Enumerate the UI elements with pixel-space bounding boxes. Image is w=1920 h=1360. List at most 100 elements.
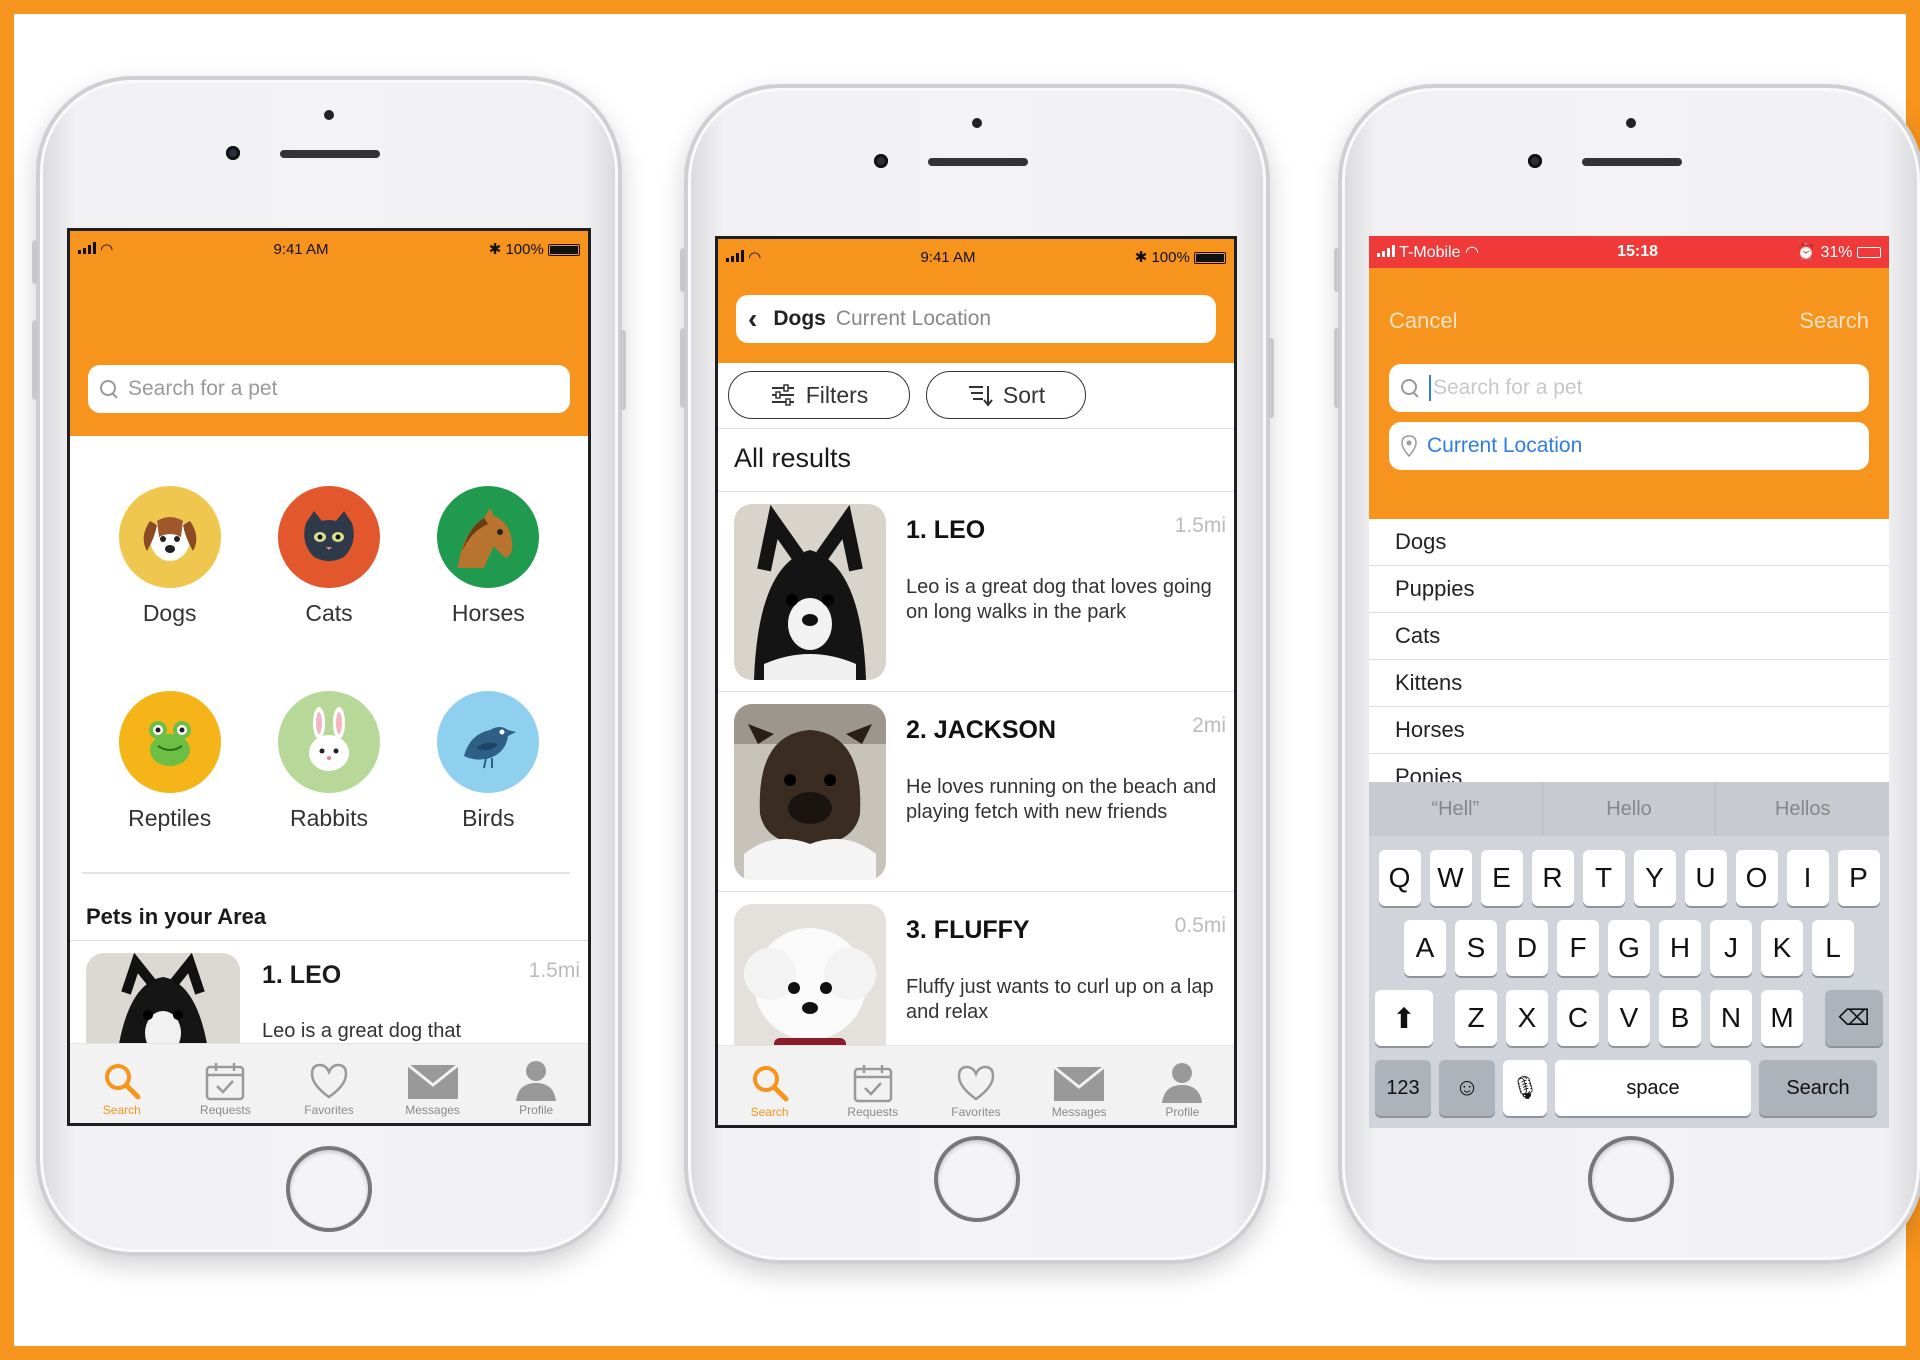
sort-button[interactable]: Sort [926,371,1086,419]
frog-icon [118,691,221,793]
filters-button[interactable]: Filters [728,371,910,419]
results-header: ◠ 9:41 AM ✱ 100% ‹ Dogs Current Location [718,239,1234,363]
earpiece [1582,158,1682,166]
tab-messages[interactable]: Messages [1034,1063,1124,1119]
filter-bar: Filters Sort [718,363,1234,429]
key[interactable]: X [1506,990,1548,1046]
result-item[interactable]: 1. LEO Leo is a great dog that loves goi… [718,492,1234,692]
query-bar[interactable]: ‹ Dogs Current Location [736,295,1216,343]
suggestion-item[interactable]: Dogs [1369,519,1889,566]
keyboard: “Hell” Hello Hellos Q W E R T Y U O I P … [1369,782,1889,1128]
location-input[interactable]: Current Location [1389,422,1869,470]
status-battery: ✱ 100% [489,240,580,258]
search-button[interactable]: Search [1799,308,1869,334]
pet-search-input[interactable]: Search for a pet [88,365,570,413]
tab-search[interactable]: Search [77,1061,167,1117]
category-reptiles[interactable]: Reptiles [90,691,249,832]
key[interactable]: V [1608,990,1650,1046]
key[interactable]: E [1480,850,1523,906]
shift-key[interactable]: ⬆ [1375,990,1433,1046]
key[interactable]: F [1557,920,1599,976]
signal-wifi: ◠ [78,240,113,258]
prediction[interactable]: “Hell” [1369,782,1542,836]
tab-favorites[interactable]: Favorites [284,1061,374,1117]
prediction[interactable]: Hello [1541,782,1716,836]
key[interactable]: I [1786,850,1829,906]
prediction[interactable]: Hellos [1715,782,1889,836]
result-description: Fluffy just wants to curl up on a lap an… [906,976,1214,1023]
phone-frame-results: ◠ 9:41 AM ✱ 100% ‹ Dogs Current Location… [680,84,1274,1264]
backspace-key[interactable]: ⌫ [1825,990,1883,1046]
back-icon[interactable]: ‹ [748,303,757,335]
tab-profile[interactable]: Profile [491,1059,581,1117]
category-dogs[interactable]: Dogs [90,486,249,627]
tab-profile[interactable]: Profile [1137,1061,1227,1119]
search-icon [1401,379,1419,397]
sliders-icon [771,384,794,406]
space-key[interactable]: space [1555,1060,1751,1116]
person-icon [516,1061,557,1101]
result-distance: 0.5mi [1174,914,1226,937]
key[interactable]: A [1404,920,1446,976]
microphone-icon[interactable]: 🎙 [1503,1060,1547,1116]
key[interactable]: M [1761,990,1803,1046]
category-birds[interactable]: Birds [409,691,568,832]
search-return-key[interactable]: Search [1759,1060,1877,1116]
search-icon [752,1066,789,1102]
key[interactable]: D [1506,920,1548,976]
home-button[interactable] [1588,1136,1674,1222]
key[interactable]: Y [1633,850,1676,906]
result-item[interactable]: 2. JACKSON He loves running on the beach… [718,692,1234,892]
suggestion-item[interactable]: Puppies [1369,566,1889,613]
key[interactable]: Q [1378,850,1421,906]
home-header: ◠ 9:41 AM ✱ 100% Search for a pet [70,231,588,436]
key[interactable]: N [1710,990,1752,1046]
numbers-key[interactable]: 123 [1375,1060,1431,1116]
tab-requests[interactable]: Requests [180,1061,270,1117]
key[interactable]: P [1837,850,1880,906]
category-rabbits[interactable]: Rabbits [249,691,408,832]
category-label: Rabbits [290,805,368,831]
key[interactable]: S [1455,920,1497,976]
key[interactable]: C [1557,990,1599,1046]
status-battery: ⏰ 31% [1796,242,1881,262]
key[interactable]: R [1531,850,1574,906]
key[interactable]: K [1761,920,1803,976]
key[interactable]: T [1582,850,1625,906]
key[interactable]: G [1608,920,1650,976]
emoji-icon[interactable]: ☺ [1439,1060,1495,1116]
tab-search[interactable]: Search [725,1063,815,1119]
search-icon [100,380,118,398]
home-button[interactable] [934,1136,1020,1222]
tab-bar: Search Requests Favorites Messages Profi… [718,1045,1234,1125]
signal-wifi: ◠ [726,248,761,266]
key[interactable]: W [1429,850,1472,906]
key[interactable]: O [1735,850,1778,906]
cancel-button[interactable]: Cancel [1389,308,1457,334]
key[interactable]: B [1659,990,1701,1046]
tab-messages[interactable]: Messages [388,1061,478,1117]
pet-search-input[interactable]: Search for a pet [1389,364,1869,412]
suggestion-item[interactable]: Kittens [1369,660,1889,707]
category-horses[interactable]: Horses [409,486,568,627]
pet-title: 1. LEO [262,961,342,989]
suggestion-item[interactable]: Cats [1369,613,1889,660]
suggestion-item[interactable]: Horses [1369,707,1889,754]
tab-favorites[interactable]: Favorites [931,1063,1021,1119]
category-label: Birds [462,805,515,831]
key-row-2: A S D F G H J K L [1369,920,1889,976]
sort-label: Sort [1002,381,1046,408]
front-camera [226,146,240,160]
key[interactable]: Z [1455,990,1497,1046]
tab-requests[interactable]: Requests [828,1063,918,1119]
search-icon [104,1064,141,1100]
key[interactable]: J [1710,920,1752,976]
key[interactable]: U [1684,850,1727,906]
text-cursor [1429,375,1431,401]
key[interactable]: H [1659,920,1701,976]
phone-frame-search: T-Mobile ◠ 15:18 ⏰ 31% Cancel Search Sea… [1334,84,1920,1264]
category-cats[interactable]: Cats [249,486,408,627]
home-button[interactable] [286,1146,372,1232]
earpiece [280,150,380,158]
key[interactable]: L [1812,920,1854,976]
